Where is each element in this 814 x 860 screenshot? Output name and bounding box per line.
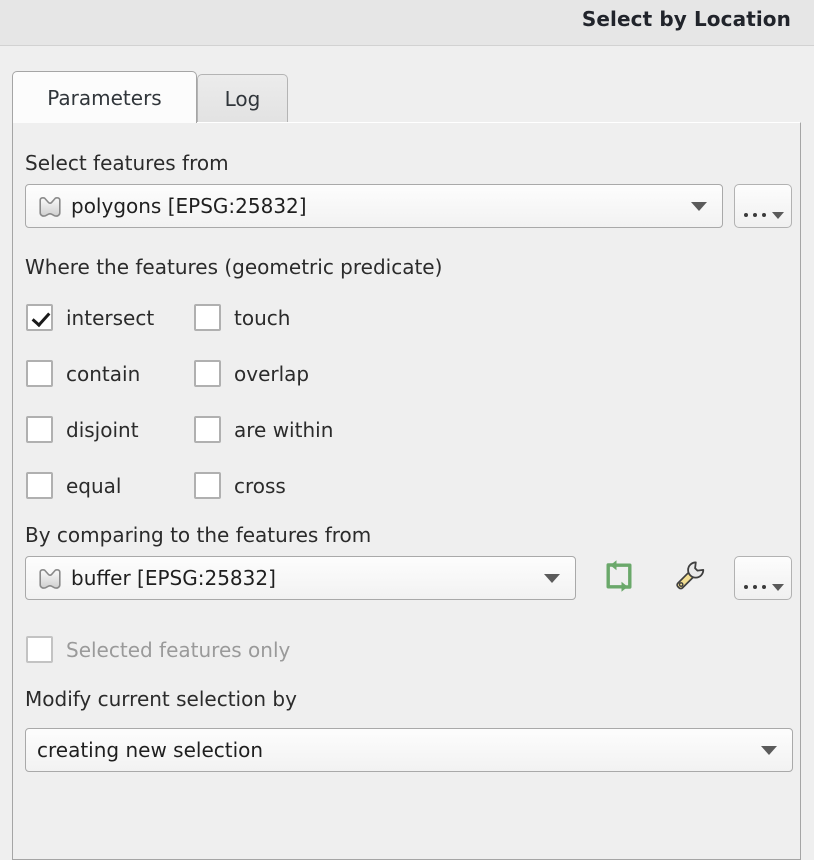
predicate-checkbox-overlap[interactable]: overlap xyxy=(194,360,309,387)
predicate-checkbox-are-within[interactable]: are within xyxy=(194,416,333,443)
checkbox-cross-box[interactable] xyxy=(194,472,221,499)
refresh-icon xyxy=(602,559,636,597)
input-layer-more-button[interactable] xyxy=(734,184,792,228)
ellipsis-icon xyxy=(744,584,784,591)
checkbox-disjoint-box[interactable] xyxy=(26,416,53,443)
tab-log-label: Log xyxy=(224,87,261,111)
polygon-layer-icon xyxy=(37,568,63,590)
chevron-down-icon xyxy=(544,573,560,583)
selected-features-only-label: Selected features only xyxy=(66,637,291,662)
tab-parameters[interactable]: Parameters xyxy=(12,71,197,123)
predicate-label: Where the features (geometric predicate) xyxy=(25,255,443,279)
dialog-titlebar: Select by Location xyxy=(0,0,814,46)
iterate-layer-button[interactable] xyxy=(596,556,642,600)
intersect-layer-combo[interactable]: buffer [EPSG:25832] xyxy=(25,556,576,600)
checkbox-equal-box[interactable] xyxy=(26,472,53,499)
tab-parameters-label: Parameters xyxy=(47,85,162,110)
predicate-checkbox-are-within-label: are within xyxy=(234,417,334,442)
polygon-layer-icon xyxy=(37,196,63,218)
ellipsis-icon xyxy=(744,212,784,219)
method-label: Modify current selection by xyxy=(25,687,297,711)
predicate-checkbox-contain[interactable]: contain xyxy=(26,360,140,387)
selected-features-only-checkbox: Selected features only xyxy=(26,636,290,663)
predicate-checkbox-intersect-label: intersect xyxy=(66,305,155,330)
checkbox-touch-box[interactable] xyxy=(194,304,221,331)
checkbox-overlap-box[interactable] xyxy=(194,360,221,387)
tab-bar: Parameters Log xyxy=(0,46,814,123)
chevron-down-icon xyxy=(761,745,777,755)
intersect-layer-value: buffer [EPSG:25832] xyxy=(71,566,276,590)
input-layer-value: polygons [EPSG:25832] xyxy=(71,194,307,218)
predicate-checkbox-cross-label: cross xyxy=(234,473,286,498)
predicate-checkbox-equal[interactable]: equal xyxy=(26,472,122,499)
predicate-checkbox-touch-label: touch xyxy=(234,305,291,330)
method-combo[interactable]: creating new selection xyxy=(25,728,793,772)
predicate-checkbox-cross[interactable]: cross xyxy=(194,472,286,499)
method-value: creating new selection xyxy=(37,738,264,762)
intersect-layer-label: By comparing to the features from xyxy=(25,523,372,547)
predicate-checkbox-touch[interactable]: touch xyxy=(194,304,290,331)
predicate-checkbox-disjoint-label: disjoint xyxy=(66,417,139,442)
input-layer-combo[interactable]: polygons [EPSG:25832] xyxy=(25,184,723,228)
predicate-checkbox-intersect[interactable]: intersect xyxy=(26,304,154,331)
chevron-down-icon xyxy=(691,201,707,211)
intersect-layer-more-button[interactable] xyxy=(734,556,792,600)
checkbox-intersect-box[interactable] xyxy=(26,304,53,331)
predicate-checkbox-equal-label: equal xyxy=(66,473,122,498)
checkbox-are-within-box[interactable] xyxy=(194,416,221,443)
predicate-checkbox-overlap-label: overlap xyxy=(234,361,310,386)
advanced-options-button[interactable] xyxy=(666,556,712,600)
input-layer-label: Select features from xyxy=(25,151,229,175)
predicate-checkbox-contain-label: contain xyxy=(66,361,141,386)
page-title: Select by Location xyxy=(581,7,791,31)
tab-log[interactable]: Log xyxy=(197,74,288,123)
parameters-panel: Select features from polygons [EPSG:2583… xyxy=(12,122,801,860)
checkbox-contain-box[interactable] xyxy=(26,360,53,387)
predicate-checkbox-disjoint[interactable]: disjoint xyxy=(26,416,139,443)
wrench-icon xyxy=(671,558,707,598)
checkbox-selected-features-only-box xyxy=(26,636,53,663)
